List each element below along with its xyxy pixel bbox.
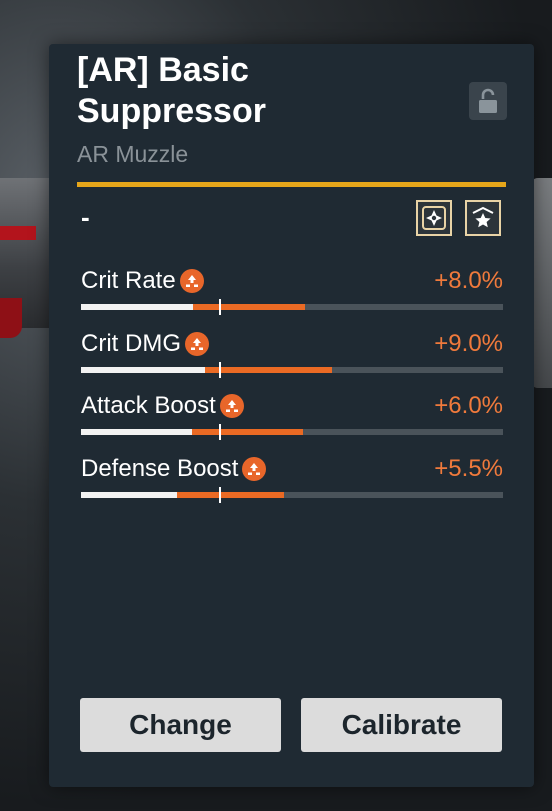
stat-bar-bonus xyxy=(192,429,303,435)
stat-row: Attack Boost +6.0% xyxy=(81,391,503,441)
stat-bar-marker xyxy=(219,487,221,503)
item-category: AR Muzzle xyxy=(77,141,189,167)
set-effect-text: - xyxy=(81,202,90,232)
stat-bar-marker xyxy=(219,362,221,378)
stat-bar-base xyxy=(81,492,177,498)
lock-button[interactable] xyxy=(469,82,507,120)
stat-name: Defense Boost xyxy=(81,455,239,482)
change-button[interactable]: Change xyxy=(80,698,281,752)
stat-value: +8.0% xyxy=(434,267,503,294)
upgrade-arrow-icon xyxy=(242,457,267,481)
stat-row: Crit Rate +8.0% xyxy=(81,266,503,316)
stat-bar-bonus xyxy=(205,367,332,373)
stat-value: +9.0% xyxy=(434,330,503,357)
unlocked-padlock-icon xyxy=(479,88,497,113)
stat-bar-marker xyxy=(219,299,221,315)
stat-bar-base xyxy=(81,367,205,373)
stat-bar xyxy=(81,487,503,503)
compass-star-badge-icon[interactable] xyxy=(416,200,452,236)
stat-bar xyxy=(81,299,503,315)
upgrade-arrow-icon xyxy=(179,269,204,293)
stat-name: Attack Boost xyxy=(81,392,216,419)
stat-row: Defense Boost +5.5% xyxy=(81,454,503,504)
weapon-red-grip xyxy=(0,298,22,338)
upgrade-arrow-icon xyxy=(219,394,244,418)
stat-bar-bonus xyxy=(177,492,284,498)
calibrate-button[interactable]: Calibrate xyxy=(301,698,502,752)
upgrade-arrow-icon xyxy=(184,332,209,356)
rarity-divider xyxy=(77,182,506,187)
stat-value: +6.0% xyxy=(434,392,503,419)
stat-bar-base xyxy=(81,429,192,435)
stat-value: +5.5% xyxy=(434,455,503,482)
stat-bar xyxy=(81,362,503,378)
item-title: [AR] Basic Suppressor xyxy=(77,50,447,132)
stat-bar-bonus xyxy=(193,304,305,310)
item-title-line2: Suppressor xyxy=(77,92,266,130)
stat-row: Crit DMG +9.0% xyxy=(81,329,503,379)
star-rank-badge-icon[interactable] xyxy=(465,200,501,236)
stat-bar xyxy=(81,424,503,440)
item-title-line1: [AR] Basic xyxy=(77,51,249,89)
weapon-red-accent xyxy=(0,226,36,240)
gear-detail-panel: [AR] Basic Suppressor AR Muzzle - Crit R… xyxy=(49,44,534,787)
stat-bar-base xyxy=(81,304,193,310)
stat-name: Crit Rate xyxy=(81,267,176,294)
stat-bar-marker xyxy=(219,424,221,440)
stat-name: Crit DMG xyxy=(81,330,181,357)
